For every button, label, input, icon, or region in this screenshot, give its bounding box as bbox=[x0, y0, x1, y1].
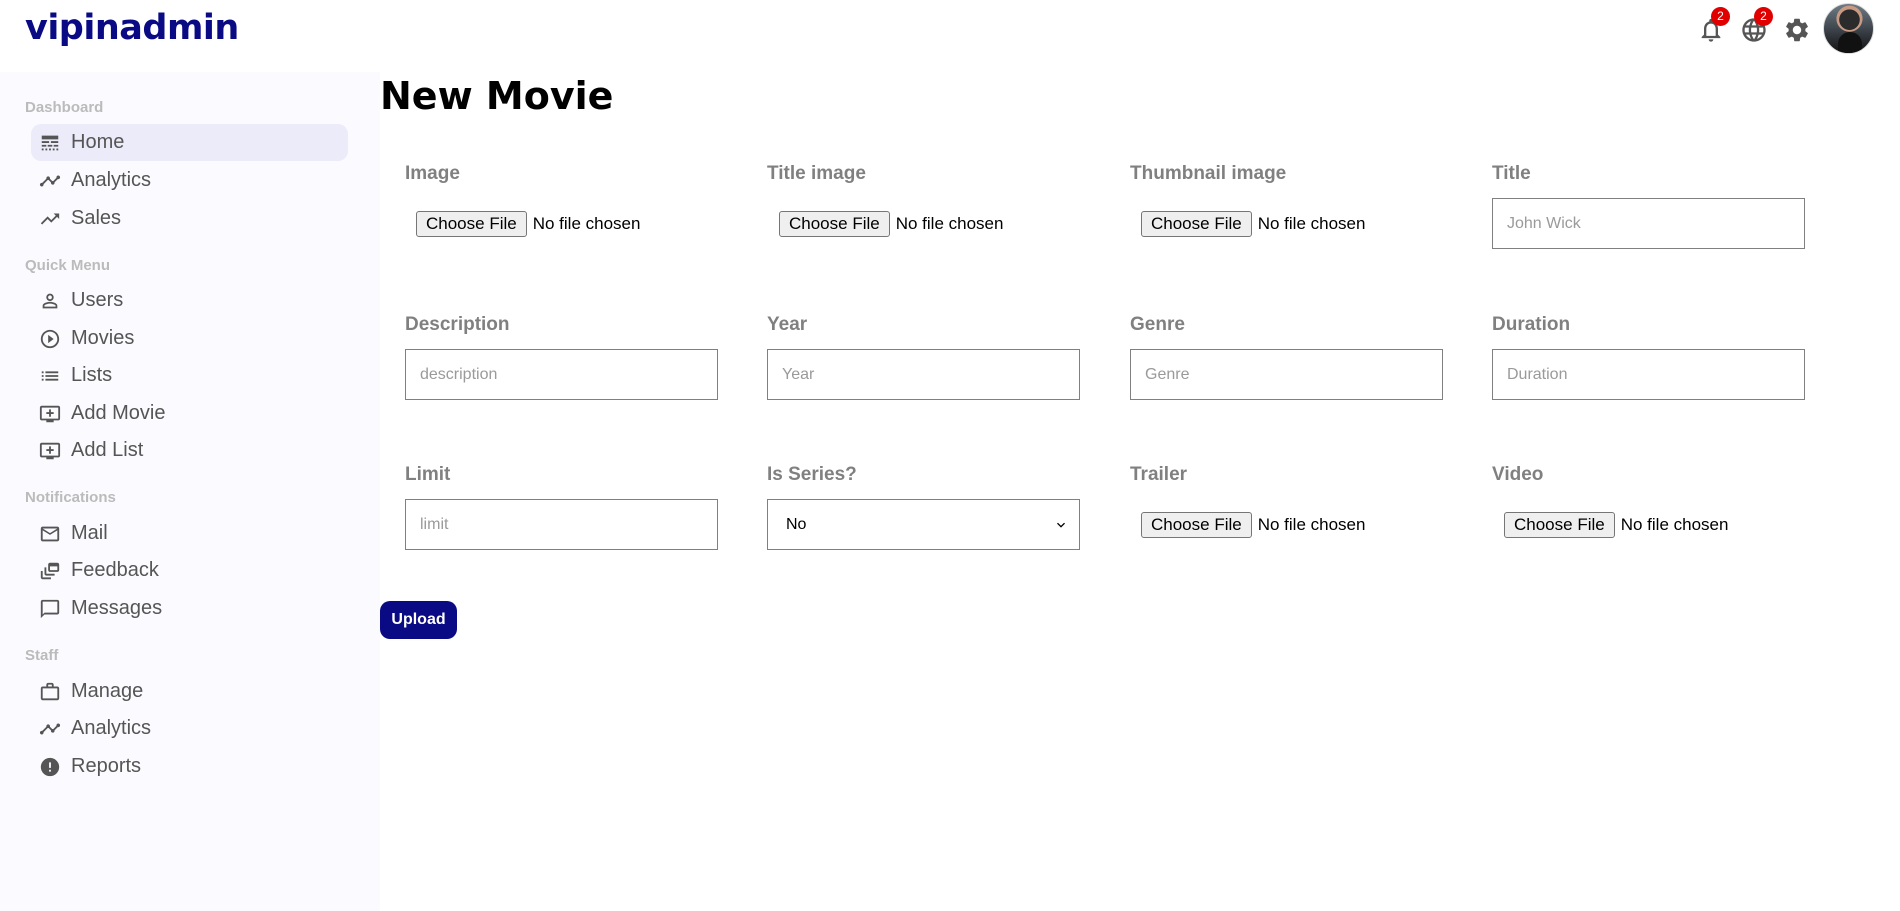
trailer-choose-file-button[interactable]: Choose File bbox=[1141, 512, 1252, 538]
image-file-input[interactable]: Choose File No file chosen bbox=[416, 211, 640, 237]
thumbnail-image-label: Thumbnail image bbox=[1130, 163, 1287, 184]
settings-gear-icon[interactable] bbox=[1780, 13, 1814, 47]
year-input[interactable] bbox=[767, 349, 1080, 400]
sidebar-item-label: Add List bbox=[71, 439, 144, 461]
notifications-icon[interactable]: 2 bbox=[1694, 7, 1730, 47]
is-series-label: Is Series? bbox=[767, 464, 857, 485]
thumbnail-image-file-input[interactable]: Choose File No file chosen bbox=[1141, 211, 1365, 237]
image-choose-file-button[interactable]: Choose File bbox=[416, 211, 527, 237]
title-label: Title bbox=[1492, 163, 1531, 184]
sidebar-item-manage[interactable]: Manage bbox=[31, 673, 348, 710]
thumbnail-image-choose-file-button[interactable]: Choose File bbox=[1141, 211, 1252, 237]
video-file-input[interactable]: Choose File No file chosen bbox=[1504, 512, 1728, 538]
sidebar-item-staff-analytics[interactable]: Analytics bbox=[31, 710, 348, 747]
sidebar-item-movies[interactable]: Movies bbox=[31, 320, 348, 357]
video-label: Video bbox=[1492, 464, 1544, 485]
sidebar-item-sales[interactable]: Sales bbox=[31, 200, 348, 237]
language-icon[interactable]: 2 bbox=[1737, 7, 1773, 47]
report-icon bbox=[40, 757, 60, 776]
mail-outline-icon bbox=[40, 526, 60, 541]
sidebar-item-label: Home bbox=[71, 131, 125, 153]
video-file-status: No file chosen bbox=[1620, 515, 1729, 534]
trailer-file-status: No file chosen bbox=[1257, 515, 1366, 534]
sidebar-item-label: Users bbox=[71, 289, 124, 311]
trailer-file-input[interactable]: Choose File No file chosen bbox=[1141, 512, 1365, 538]
sidebar-item-label: Add Movie bbox=[71, 402, 166, 424]
trailer-label: Trailer bbox=[1130, 464, 1188, 485]
description-input[interactable] bbox=[405, 349, 718, 400]
sidebar-item-reports[interactable]: Reports bbox=[31, 748, 348, 785]
timeline-icon bbox=[39, 723, 61, 734]
sidebar-item-mail[interactable]: Mail bbox=[31, 515, 348, 552]
line-style-icon bbox=[41, 135, 59, 150]
title-input[interactable] bbox=[1492, 198, 1805, 249]
trending-up-icon bbox=[40, 213, 60, 224]
sidebar-item-label: Sales bbox=[71, 207, 122, 229]
add-to-queue-icon bbox=[39, 405, 61, 422]
chat-bubble-outline-icon bbox=[40, 599, 60, 618]
limit-input[interactable] bbox=[405, 499, 718, 550]
user-avatar[interactable] bbox=[1823, 3, 1874, 54]
sidebar: Dashboard Home Analytics Sales Quick Men… bbox=[0, 72, 380, 911]
sidebar-item-feedback[interactable]: Feedback bbox=[31, 552, 348, 589]
sidebar-item-label: Movies bbox=[71, 327, 135, 349]
logo[interactable]: vipinadmin bbox=[25, 8, 239, 48]
title-image-choose-file-button[interactable]: Choose File bbox=[779, 211, 890, 237]
sidebar-item-add-movie[interactable]: Add Movie bbox=[31, 395, 348, 432]
genre-label: Genre bbox=[1130, 314, 1185, 335]
timeline-icon bbox=[39, 175, 61, 186]
description-label: Description bbox=[405, 314, 510, 335]
sidebar-item-label: Analytics bbox=[71, 169, 152, 191]
image-label: Image bbox=[405, 163, 460, 184]
sidebar-item-add-list[interactable]: Add List bbox=[31, 432, 348, 469]
sidebar-item-analytics[interactable]: Analytics bbox=[31, 162, 348, 199]
sidebar-item-label: Reports bbox=[71, 755, 142, 777]
sidebar-section-notifications: Notifications bbox=[25, 489, 116, 506]
is-series-select[interactable]: No bbox=[767, 499, 1080, 550]
year-label: Year bbox=[767, 314, 808, 335]
sidebar-item-label: Messages bbox=[71, 597, 163, 619]
sidebar-item-label: Lists bbox=[71, 364, 113, 386]
notifications-badge: 2 bbox=[1711, 7, 1730, 26]
duration-label: Duration bbox=[1492, 314, 1571, 335]
sidebar-section-staff: Staff bbox=[25, 647, 59, 664]
sidebar-item-users[interactable]: Users bbox=[31, 282, 348, 319]
dynamic-feed-icon bbox=[40, 562, 60, 579]
upload-button[interactable]: Upload bbox=[380, 601, 457, 639]
video-choose-file-button[interactable]: Choose File bbox=[1504, 512, 1615, 538]
title-image-file-input[interactable]: Choose File No file chosen bbox=[779, 211, 1003, 237]
work-outline-icon bbox=[40, 682, 60, 700]
title-image-label: Title image bbox=[767, 163, 866, 184]
limit-label: Limit bbox=[405, 464, 451, 485]
chevron-down-icon bbox=[1057, 522, 1065, 528]
sidebar-item-home[interactable]: Home bbox=[31, 124, 348, 161]
sidebar-section-dashboard: Dashboard bbox=[25, 99, 104, 116]
sidebar-item-label: Manage bbox=[71, 680, 144, 702]
is-series-selected-value: No bbox=[786, 515, 807, 533]
sidebar-item-label: Feedback bbox=[71, 559, 159, 581]
sidebar-section-quick-menu: Quick Menu bbox=[25, 257, 111, 274]
person-outline-icon bbox=[42, 293, 58, 308]
sidebar-item-label: Analytics bbox=[71, 717, 152, 739]
duration-input[interactable] bbox=[1492, 349, 1805, 400]
list-icon bbox=[41, 370, 59, 381]
title-image-file-status: No file chosen bbox=[895, 214, 1004, 233]
play-circle-outline-icon bbox=[40, 329, 60, 348]
sidebar-item-label: Mail bbox=[71, 522, 108, 544]
thumbnail-image-file-status: No file chosen bbox=[1257, 214, 1366, 233]
add-to-queue-icon bbox=[39, 442, 61, 459]
page-title: New Movie bbox=[380, 74, 614, 118]
topbar: vipinadmin 2 2 bbox=[0, 0, 1900, 72]
genre-input[interactable] bbox=[1130, 349, 1443, 400]
language-badge: 2 bbox=[1754, 7, 1773, 26]
sidebar-item-messages[interactable]: Messages bbox=[31, 590, 348, 627]
image-file-status: No file chosen bbox=[532, 214, 641, 233]
sidebar-item-lists[interactable]: Lists bbox=[31, 357, 348, 394]
